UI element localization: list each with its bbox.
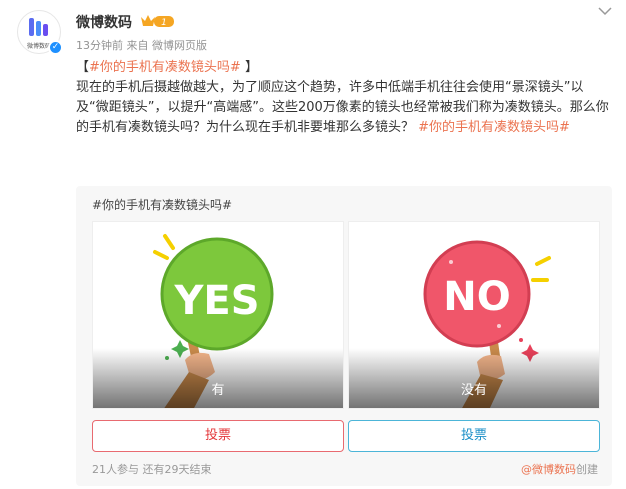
post-meta: 13分钟前 来自 微博网页版 bbox=[76, 37, 207, 53]
author-name[interactable]: 微博数码 bbox=[76, 12, 132, 32]
vote-card: #你的手机有凑数镜头吗# YES 有 NO 没有 投票 投票 21人参与 还有2… bbox=[76, 186, 612, 486]
verified-badge-icon: ✓ bbox=[48, 40, 63, 55]
no-option-label: 没有 bbox=[460, 383, 487, 398]
vote-yes-button[interactable]: 投票 bbox=[92, 420, 344, 452]
vote-creator-link[interactable]: @微博数码 bbox=[521, 463, 576, 476]
yes-sign-text: YES bbox=[173, 278, 259, 324]
post-source: 来自 微博网页版 bbox=[126, 39, 208, 52]
title-topic-link[interactable]: #你的手机有凑数镜头吗# bbox=[89, 60, 241, 75]
post-content: 【#你的手机有凑数镜头吗# 】 现在的手机后摄越做越大，为了顺应这个趋势，许多中… bbox=[76, 58, 616, 138]
vip-level: 1 bbox=[161, 18, 167, 28]
vote-remaining: 还有29天结束 bbox=[142, 463, 212, 476]
vip-crown-icon: 1 bbox=[141, 15, 174, 28]
post-body: 现在的手机后摄越做越大，为了顺应这个趋势，许多中低端手机往往会使用“景深镜头”以… bbox=[76, 80, 609, 135]
yes-option-shade bbox=[93, 348, 343, 408]
vote-creator: @微博数码创建 bbox=[521, 461, 598, 477]
vote-creator-suffix: 创建 bbox=[576, 463, 598, 476]
vote-no-button[interactable]: 投票 bbox=[348, 420, 600, 452]
vote-option-no[interactable]: NO 没有 bbox=[348, 221, 600, 409]
post-time[interactable]: 13分钟前 bbox=[76, 39, 123, 52]
yes-option-label: 有 bbox=[211, 383, 225, 398]
vote-participants: 21人参与 bbox=[92, 463, 139, 476]
post-title: 【#你的手机有凑数镜头吗# 】 bbox=[76, 60, 258, 75]
vote-option-yes[interactable]: YES 有 bbox=[92, 221, 344, 409]
weibo-digital-logo-icon bbox=[29, 18, 48, 36]
body-topic-link[interactable]: #你的手机有凑数镜头吗# bbox=[418, 120, 570, 135]
chevron-down-icon[interactable] bbox=[598, 6, 612, 16]
vote-title: #你的手机有凑数镜头吗# bbox=[92, 198, 233, 212]
vote-stats: 21人参与 还有29天结束 bbox=[92, 461, 212, 477]
no-option-shade bbox=[349, 348, 599, 408]
no-sign-text: NO bbox=[443, 274, 510, 320]
